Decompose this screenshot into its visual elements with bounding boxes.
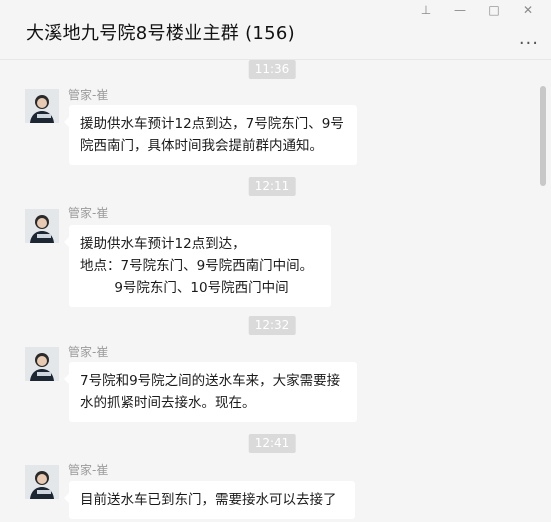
title-bar: 大溪地九号院8号楼业主群 (156) ⊥ — □ ✕ ... (0, 0, 551, 60)
maximize-icon[interactable]: □ (477, 2, 511, 18)
chat-title: 大溪地九号院8号楼业主群 (156) (26, 23, 295, 44)
sender-name: 管家-崔 (68, 206, 109, 220)
timestamp: 11:36 (248, 60, 296, 79)
message-bubble[interactable]: 援助供水车预计12点到达， 地点：7号院东门、9号院西南门中间。 9号院东门、1… (64, 225, 331, 307)
message-bubble[interactable]: 7号院和9号院之间的送水车来，大家需要接 水的抓紧时间去接水。现在。 (64, 362, 357, 422)
scrollbar[interactable] (540, 86, 546, 186)
minimize-icon[interactable]: — (443, 2, 477, 18)
avatar[interactable] (25, 209, 59, 243)
close-icon[interactable]: ✕ (511, 2, 545, 18)
avatar[interactable] (25, 89, 59, 123)
timestamp: 12:32 (248, 316, 296, 335)
chat-area: 11:36 管家-崔 援助供水车预计12点到达，7号院东门、9号 院西南门，具体… (0, 60, 551, 522)
more-options-button[interactable]: ... (519, 28, 539, 49)
timestamp: 12:11 (248, 177, 296, 196)
sender-name: 管家-崔 (68, 88, 109, 102)
message-bubble[interactable]: 援助供水车预计12点到达，7号院东门、9号 院西南门，具体时间我会提前群内通知。 (64, 105, 357, 165)
window-controls: ⊥ — □ ✕ (409, 2, 545, 18)
sender-name: 管家-崔 (68, 345, 109, 359)
timestamp: 12:41 (248, 434, 296, 453)
message-bubble[interactable]: 目前送水车已到东门，需要接水可以去接了 (64, 481, 355, 519)
avatar[interactable] (25, 347, 59, 381)
pin-icon[interactable]: ⊥ (409, 2, 443, 18)
avatar[interactable] (25, 465, 59, 499)
sender-name: 管家-崔 (68, 463, 109, 477)
